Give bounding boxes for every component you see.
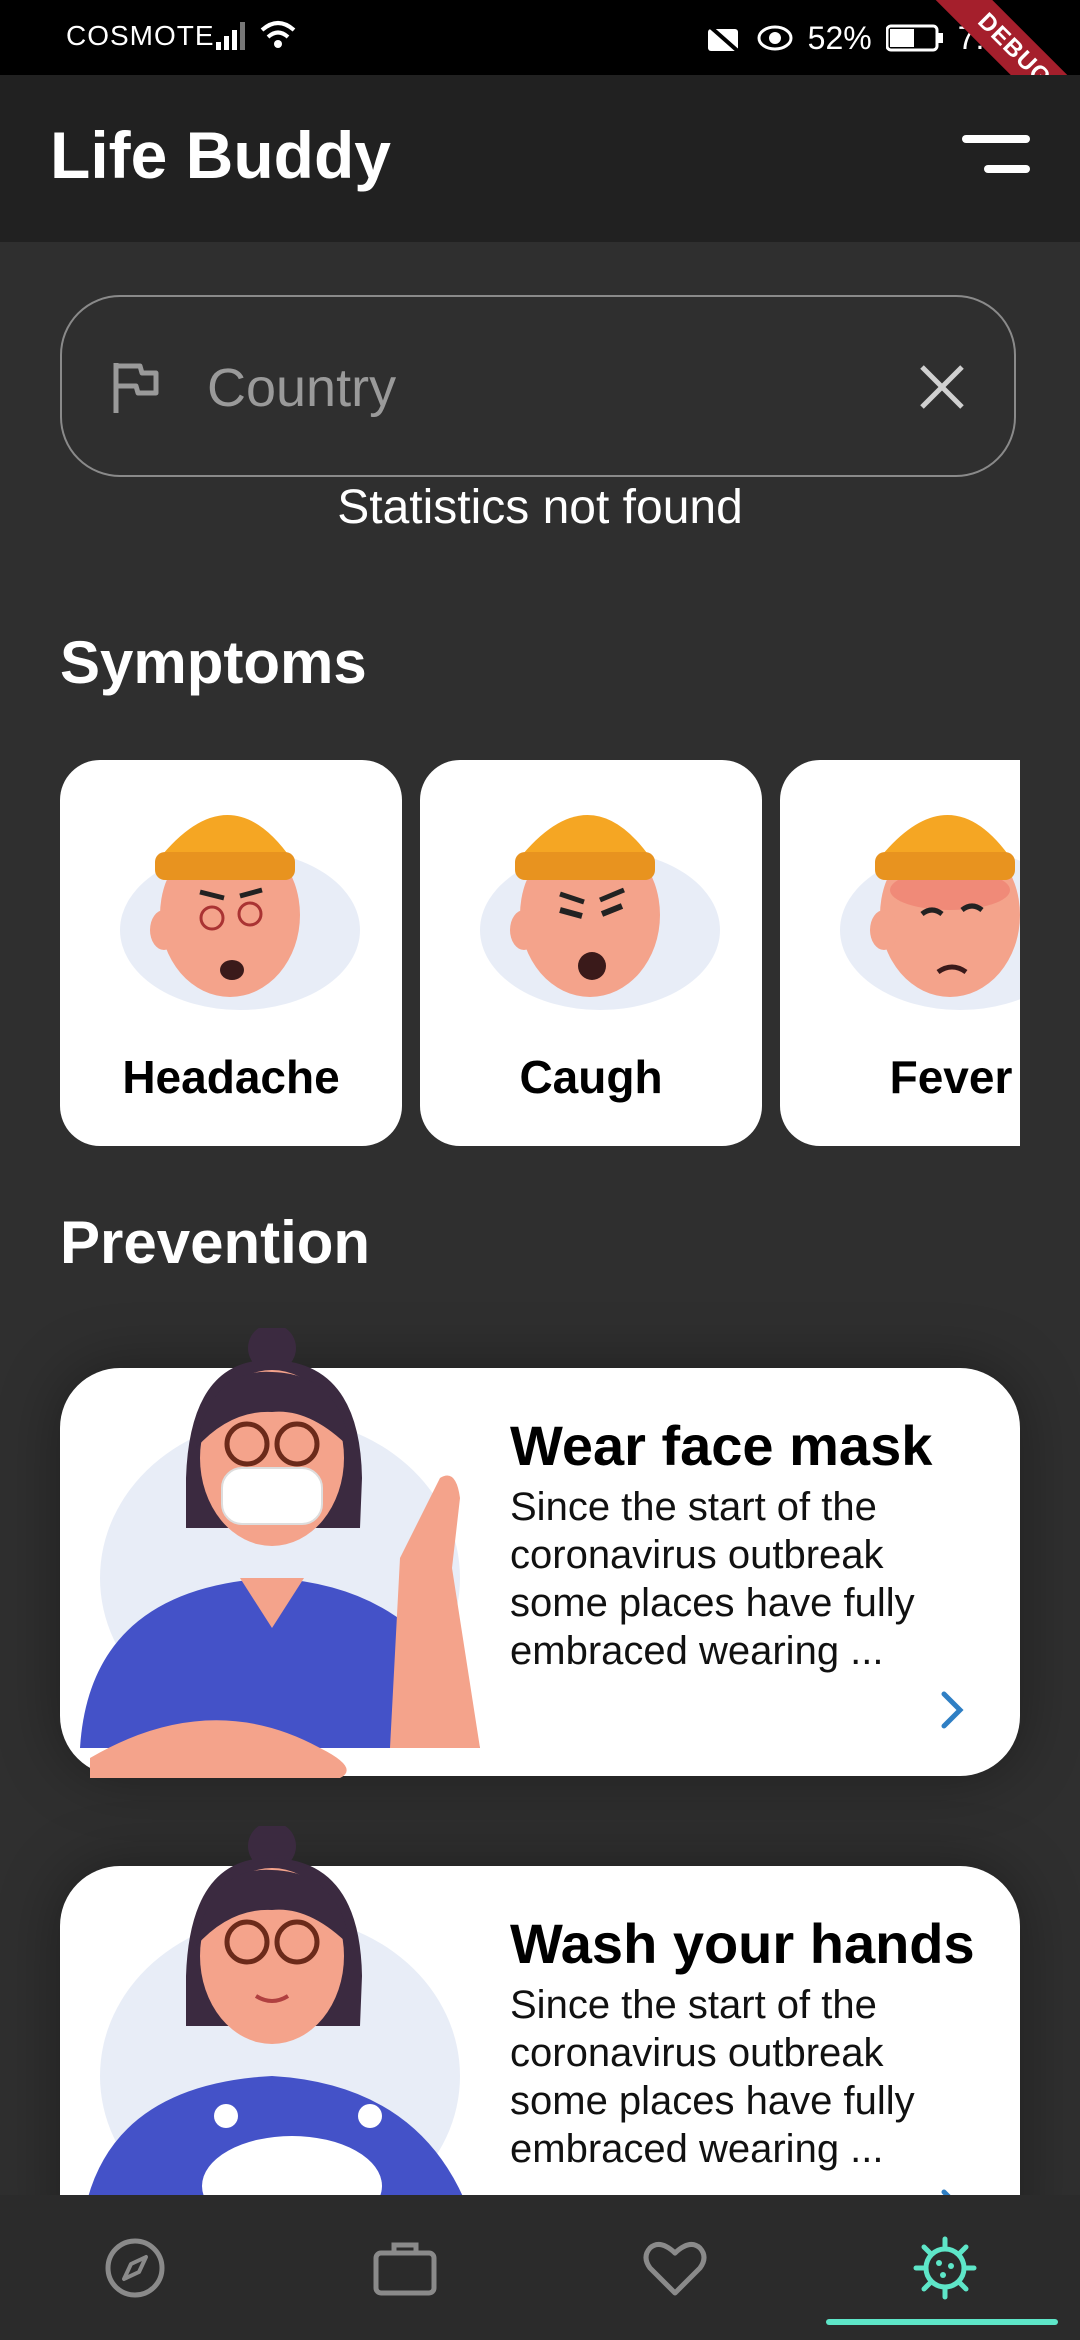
headache-face-illustration (120, 815, 360, 1010)
symptoms-title: Symptoms (60, 629, 367, 696)
close-icon[interactable] (914, 359, 970, 415)
flag-icon (113, 363, 159, 413)
briefcase-icon[interactable] (370, 2233, 440, 2303)
wifi-icon (260, 21, 296, 48)
carrier-name: COSMOTE (66, 20, 215, 51)
country-input[interactable] (205, 337, 889, 439)
fever-face-illustration (840, 815, 1020, 1010)
battery-percent: 52% (807, 19, 872, 56)
cough-face-illustration (480, 815, 720, 1010)
app-bar: Life Buddy (0, 75, 1080, 242)
no-work-icon (704, 21, 741, 55)
prevention-card-face-mask[interactable]: Wear face mask Since the start of the co… (60, 1328, 1020, 1778)
menu-icon[interactable] (960, 135, 1030, 185)
prevention-card-title: Wash your hands (510, 1912, 975, 1975)
symptom-label: Headache (122, 1051, 340, 1103)
country-search (60, 295, 1016, 477)
bottom-navigation (0, 2195, 1080, 2340)
signal-icon (216, 22, 245, 50)
symptom-card-caugh[interactable]: Caugh (420, 760, 762, 1146)
compass-icon[interactable] (100, 2233, 170, 2303)
status-bar: COSMOTE 52% 7:55 DEBUG (0, 0, 1080, 157)
prevention-title: Prevention (60, 1209, 371, 1276)
face-mask-illustration (60, 1328, 500, 1788)
prevention-card-title: Wear face mask (510, 1414, 933, 1477)
symptom-card-headache[interactable]: Headache (60, 760, 402, 1146)
symptom-label: Fever (889, 1051, 1013, 1103)
symptoms-list[interactable]: Headache Caugh Fever (60, 760, 1020, 1148)
prevention-card-description: Since the start of the coronavirus outbr… (510, 1485, 915, 1673)
statistics-status: Statistics not found (337, 481, 743, 534)
virus-icon[interactable] (910, 2233, 980, 2303)
eye-icon (757, 25, 793, 51)
heart-icon[interactable] (640, 2233, 710, 2303)
symptom-card-fever[interactable]: Fever (780, 760, 1020, 1146)
battery-icon (885, 24, 943, 52)
chevron-right-icon[interactable] (936, 1688, 970, 1732)
active-tab-indicator (826, 2319, 1058, 2325)
symptom-label: Caugh (519, 1051, 663, 1103)
app-title: Life Buddy (50, 118, 391, 192)
prevention-card-description: Since the start of the coronavirus outbr… (510, 1983, 915, 2171)
